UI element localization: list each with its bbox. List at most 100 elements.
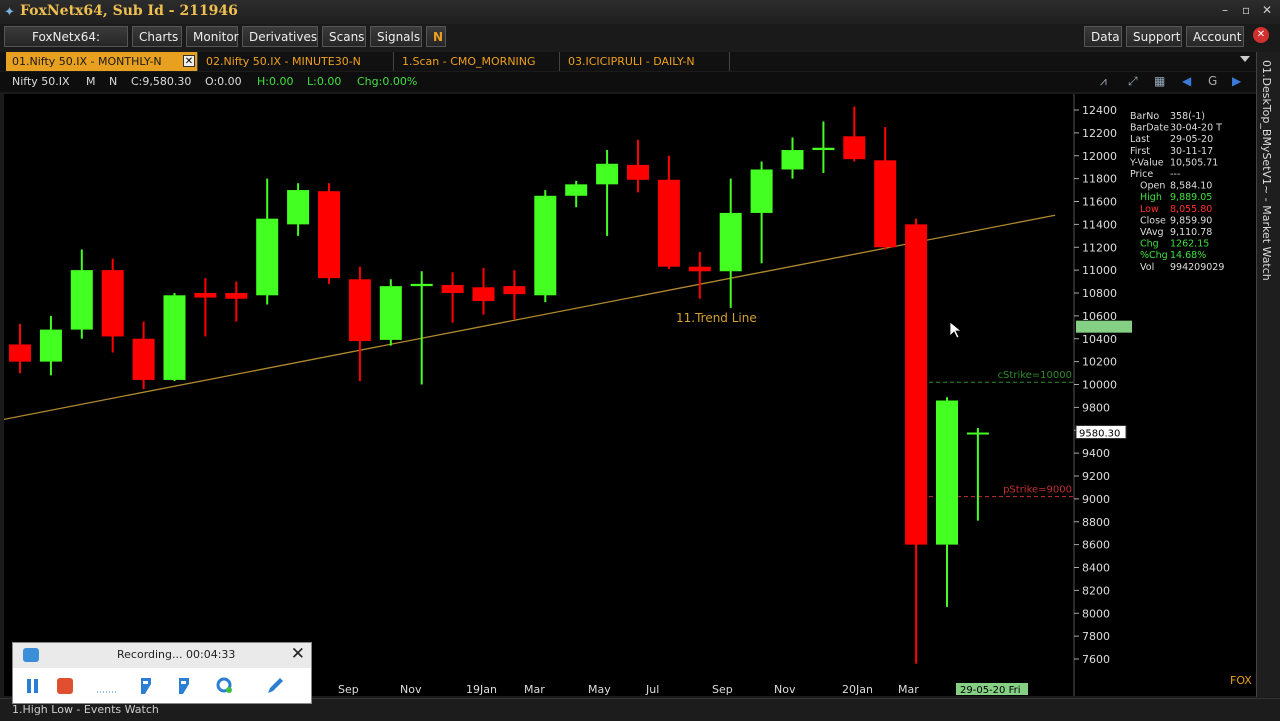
tab-nifty-minute30[interactable]: 02.Nifty 50.IX - MINUTE30-N <box>200 52 394 71</box>
window-title: FoxNetx64, Sub Id - 211946 <box>20 3 238 19</box>
tab-label: 02.Nifty 50.IX - MINUTE30-N <box>206 55 361 68</box>
period-label: M <box>86 75 96 88</box>
panel-key: Low <box>1140 204 1159 215</box>
recording-close-icon[interactable]: ✕ <box>291 644 305 664</box>
panel-value: 994209029 <box>1170 262 1224 273</box>
recording-timer: Recording... 00:04:33 <box>117 648 236 661</box>
tab-nifty-monthly[interactable]: 01.Nifty 50.IX - MONTHLY-N ✕ <box>6 52 198 71</box>
panel-value: 9,859.90 <box>1170 215 1212 226</box>
y-tick-label: 10000 <box>1082 379 1117 392</box>
candle-body <box>256 218 279 296</box>
change-value: Chg:0.00% <box>357 75 418 88</box>
candle-body <box>441 284 464 293</box>
panel-key: Price <box>1130 169 1153 180</box>
tab-label: 03.ICICIPRULI - DAILY-N <box>568 55 695 68</box>
tab-close-icon[interactable]: ✕ <box>183 55 195 67</box>
app-logo-icon: ✦ <box>4 5 15 20</box>
panel-key: %Chg <box>1140 250 1168 261</box>
maximize-icon[interactable]: ▫ <box>1242 3 1250 17</box>
monitor-menu-button[interactable]: Monitor <box>186 26 239 47</box>
panel-value: 10,505.71 <box>1170 157 1218 168</box>
account-menu-button[interactable]: Account <box>1186 26 1244 47</box>
tab-label: 01.Nifty 50.IX - MONTHLY-N <box>12 55 162 68</box>
y-tick-label: 7800 <box>1082 630 1110 643</box>
recording-widget[interactable]: Recording... 00:04:33 ✕ <box>12 642 312 704</box>
mode-label: N <box>109 75 118 88</box>
low-value: L:0.00 <box>307 75 342 88</box>
derivatives-menu-button[interactable]: Derivatives <box>242 26 318 47</box>
panel-key: Y-Value <box>1129 157 1164 168</box>
exit-icon[interactable]: ✕ <box>1253 27 1269 43</box>
expand-icon[interactable]: ⤢ <box>1128 74 1138 89</box>
candlestick-chart[interactable]: 11.Trend Line cStrike=10000 pStrike=9000 7… <box>4 94 1256 696</box>
events-watch-label[interactable]: 1.High Low - Events Watch <box>12 703 159 716</box>
candle-body <box>318 191 340 279</box>
pause-icon[interactable] <box>23 676 43 696</box>
chart-type-icon[interactable]: ⩘ <box>1100 74 1107 89</box>
candle-body <box>287 190 310 225</box>
x-tick-label: Mar <box>898 683 919 696</box>
y-value-marker <box>1076 320 1132 333</box>
y-tick-label: 8800 <box>1082 516 1110 529</box>
price-tag-label: 9580.30 <box>1079 429 1120 440</box>
panel-key: First <box>1130 146 1150 157</box>
candle-body <box>194 293 217 298</box>
data-menu-button[interactable]: Data <box>1084 26 1122 47</box>
prev-arrow-icon[interactable]: ◀ <box>1182 74 1191 88</box>
panel-value: 30-11-17 <box>1170 146 1213 157</box>
recording-header: Recording... 00:04:33 ✕ <box>13 643 311 668</box>
grid-icon[interactable]: ▦ <box>1154 74 1165 88</box>
x-tick-label: Nov <box>774 683 796 696</box>
y-tick-label: 12400 <box>1082 104 1117 117</box>
candle-body <box>379 286 402 340</box>
candle-body <box>534 195 557 296</box>
candle-body <box>348 279 371 342</box>
strike-label: cStrike=10000 <box>998 370 1072 381</box>
symbol-label: Nifty 50.IX <box>12 75 70 88</box>
market-watch-label: 01.DeskTop_BMySetV1~ - Market Watch <box>1260 60 1273 281</box>
close-icon[interactable]: ✕ <box>1262 3 1272 17</box>
charts-menu-button[interactable]: Charts <box>132 26 182 47</box>
webcam-zoom-icon[interactable] <box>215 676 235 696</box>
tab-dropdown-icon[interactable] <box>1240 56 1250 62</box>
screen-area-icon[interactable] <box>95 676 117 696</box>
highlighter-icon[interactable] <box>175 676 195 696</box>
chart-canvas[interactable]: 11.Trend Line cStrike=10000 pStrike=9000 7… <box>4 94 1256 696</box>
panel-value: 1262.15 <box>1170 239 1209 250</box>
open-value: O:0.00 <box>205 75 242 88</box>
minimize-icon[interactable]: – <box>1222 3 1228 17</box>
y-tick-label: 10800 <box>1082 287 1117 300</box>
side-panel[interactable]: 01.DeskTop_BMySetV1~ - Market Watch <box>1256 52 1280 697</box>
y-tick-label: 11400 <box>1082 218 1117 231</box>
screen-menu-button[interactable]: FoxNetx64: Screen1 <box>4 26 128 65</box>
tab-icicipruli-daily[interactable]: 03.ICICIPRULI - DAILY-N <box>562 52 730 71</box>
title-bar: ✦ FoxNetx64, Sub Id - 211946 – ▫ ✕ <box>0 0 1280 24</box>
candle-body <box>565 184 588 196</box>
x-tick-label: Jul <box>645 683 659 696</box>
menu-bar: FoxNetx64: Screen1 Charts Monitor Deriva… <box>0 24 1280 65</box>
signals-menu-button[interactable]: Signals <box>370 26 422 47</box>
panel-key: Vol <box>1140 262 1154 273</box>
mouse-cursor-icon <box>949 321 963 339</box>
pen-icon[interactable] <box>137 676 157 696</box>
scans-menu-button[interactable]: Scans <box>322 26 366 47</box>
goto-icon[interactable]: G <box>1208 74 1217 88</box>
tab-scan-cmo[interactable]: 1.Scan - CMO_MORNING <box>396 52 560 71</box>
panel-value: 8,584.10 <box>1170 181 1212 192</box>
x-tick-label: Sep <box>712 683 733 696</box>
chart-tab-bar: 01.Nifty 50.IX - MONTHLY-N ✕ 02.Nifty 50… <box>0 52 1280 71</box>
draw-pencil-icon[interactable] <box>265 676 285 696</box>
candle-body <box>719 212 742 272</box>
panel-value: 9,889.05 <box>1170 192 1212 203</box>
panel-value: 8,055.80 <box>1170 204 1212 215</box>
panel-key: Chg <box>1140 239 1159 250</box>
news-menu-button[interactable]: N <box>426 26 446 47</box>
support-menu-button[interactable]: Support <box>1126 26 1182 47</box>
next-arrow-icon[interactable]: ▶ <box>1232 74 1241 88</box>
panel-value: 30-04-20 T <box>1170 123 1222 134</box>
candle-body <box>596 163 619 185</box>
candle-body <box>9 344 31 362</box>
candle-body <box>936 400 958 545</box>
stop-icon[interactable] <box>55 676 75 696</box>
x-tick-label: 20Jan <box>842 683 873 696</box>
